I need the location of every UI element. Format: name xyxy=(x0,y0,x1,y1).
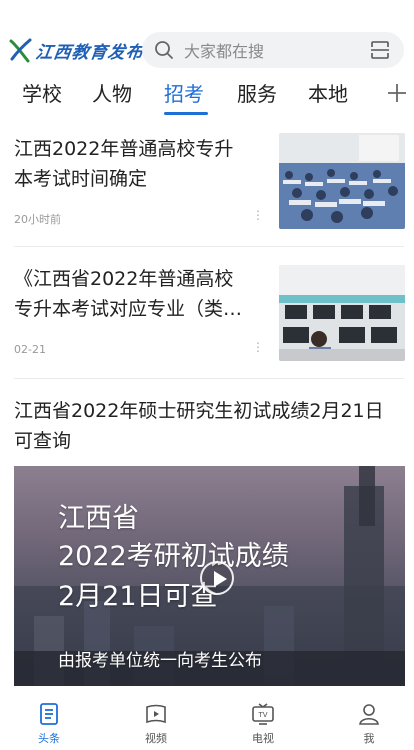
tab-exams[interactable]: 招考 xyxy=(164,76,204,112)
search-placeholder: 大家都在搜 xyxy=(184,42,265,61)
video-caption-line: 由报考单位统一向考生公布 xyxy=(58,651,262,671)
news-title-line: 可查询 xyxy=(14,430,72,452)
user-icon xyxy=(359,704,379,725)
news-item[interactable]: 江西省2022年硕士研究生初试成绩2月21日 可查询 xyxy=(14,396,404,456)
news-title-line: 《江西省2022年普通高校 xyxy=(14,268,234,290)
news-thumbnail[interactable] xyxy=(279,133,405,229)
top-header: 江西教育发布 大家都在搜 xyxy=(0,0,414,68)
nav-headlines[interactable]: 头条 xyxy=(19,702,79,746)
nav-video[interactable]: 视频 xyxy=(126,702,186,746)
logo-text: 江西教育发布 xyxy=(34,42,146,63)
news-item[interactable]: 江西2022年普通高校专升 本考试时间确定 xyxy=(14,134,274,194)
video-caption-line: 2月21日可查 xyxy=(58,581,218,612)
headlines-icon xyxy=(40,703,58,725)
feed-divider xyxy=(14,246,404,247)
app-logo: 江西教育发布 xyxy=(8,36,146,64)
news-title-line: 江西省2022年硕士研究生初试成绩2月21日 xyxy=(14,400,384,422)
add-tab-icon[interactable] xyxy=(386,82,408,104)
news-time: 02-21 xyxy=(14,343,46,356)
tab-school[interactable]: 学校 xyxy=(22,76,62,112)
news-title-line: 本考试时间确定 xyxy=(14,168,148,190)
video-caption-line: 2022考研初试成绩 xyxy=(58,541,289,572)
search-bar[interactable]: 大家都在搜 xyxy=(142,32,404,68)
nav-tv[interactable]: TV 电视 xyxy=(233,702,293,746)
news-item[interactable]: 《江西省2022年普通高校 专升本考试对应专业（类… xyxy=(14,264,274,324)
video-caption-line: 江西省 xyxy=(58,503,139,534)
logo-mark-icon xyxy=(9,38,32,63)
active-tab-indicator xyxy=(164,112,208,115)
nav-label: 电视 xyxy=(252,732,274,745)
play-button[interactable] xyxy=(200,561,234,595)
news-title-line: 江西2022年普通高校专升 xyxy=(14,138,234,160)
bottom-navigation: 头条 视频 TV 电视 我 xyxy=(0,696,414,750)
nav-label: 视频 xyxy=(145,732,167,745)
more-options-icon[interactable]: ⋮ xyxy=(252,208,264,222)
search-icon xyxy=(155,41,173,59)
nav-label: 我 xyxy=(363,732,375,745)
tab-local[interactable]: 本地 xyxy=(308,76,348,112)
app-screen: 江西教育发布 大家都在搜 学校 人物 招考 服务 本地 江西2022年普通高校专… xyxy=(0,0,414,750)
news-title-line: 专升本考试对应专业（类… xyxy=(14,298,243,320)
news-time: 20小时前 xyxy=(14,213,61,226)
feed-divider xyxy=(14,378,404,379)
tab-services[interactable]: 服务 xyxy=(237,76,277,112)
video-player[interactable]: 江西省 2022考研初试成绩 2月21日可查 由报考单位统一向考生公布 xyxy=(14,466,405,686)
more-options-icon[interactable]: ⋮ xyxy=(252,340,264,354)
nav-me[interactable]: 我 xyxy=(339,702,399,746)
tab-people[interactable]: 人物 xyxy=(92,76,132,112)
scan-icon[interactable] xyxy=(370,40,390,60)
video-icon xyxy=(146,704,166,724)
category-tabs: 学校 人物 招考 服务 本地 xyxy=(0,76,414,116)
tv-icon: TV xyxy=(252,703,274,725)
news-thumbnail[interactable] xyxy=(279,265,405,361)
nav-label: 头条 xyxy=(38,732,60,745)
svg-text:TV: TV xyxy=(257,711,267,719)
